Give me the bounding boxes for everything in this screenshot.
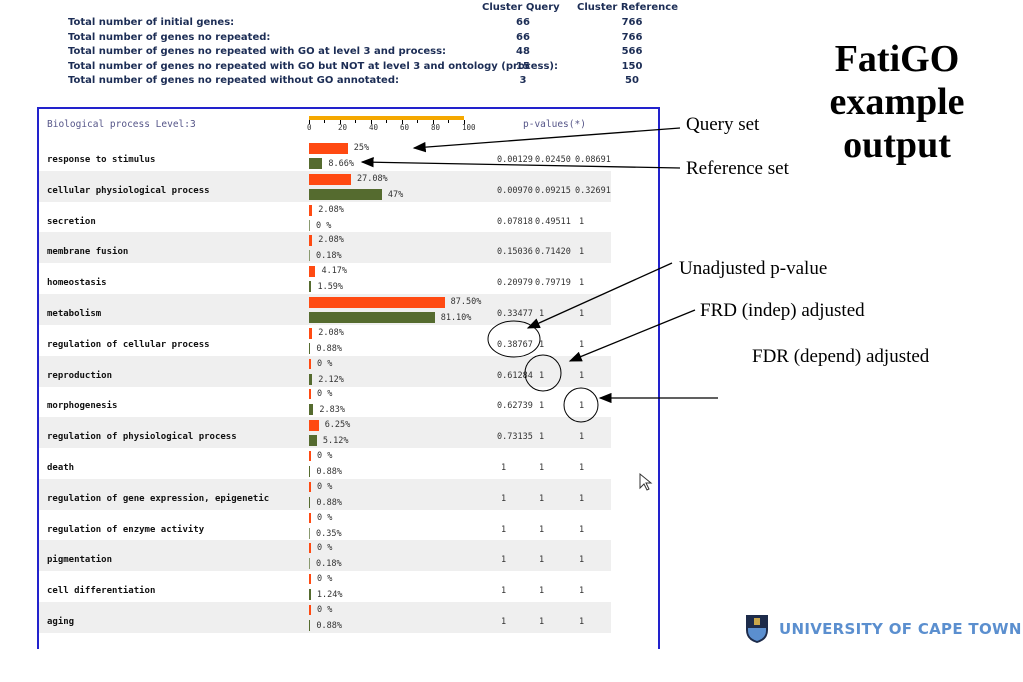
annotation-frd: FRD (indep) adjusted — [700, 300, 865, 321]
annotation-query-set: Query set — [686, 114, 760, 135]
reference-arrow — [360, 157, 681, 169]
annotation-unadjusted: Unadjusted p-value — [679, 258, 828, 279]
slide-title-line: output — [843, 124, 951, 166]
unadjusted-arrow — [526, 262, 673, 329]
annotation-fdr: FDR (depend) adjusted — [752, 346, 930, 367]
fdr-circle — [563, 387, 599, 423]
frd-circle — [524, 354, 562, 392]
unadjusted-circle — [487, 320, 541, 358]
slide-title-line: FatiGO — [834, 38, 960, 80]
annotation-reference-set: Reference set — [686, 158, 789, 179]
mouse-cursor-icon — [639, 472, 653, 491]
frd-arrow — [568, 309, 696, 362]
uct-shield-icon — [746, 615, 768, 643]
query-arrow — [412, 127, 681, 153]
slide-title-line: example — [829, 81, 965, 123]
slide-title: FatiGO example output — [782, 38, 1012, 167]
uct-logo: UNIVERSITY OF CAPE TOWN — [745, 614, 1022, 644]
uct-logo-text: UNIVERSITY OF CAPE TOWN — [779, 620, 1022, 638]
